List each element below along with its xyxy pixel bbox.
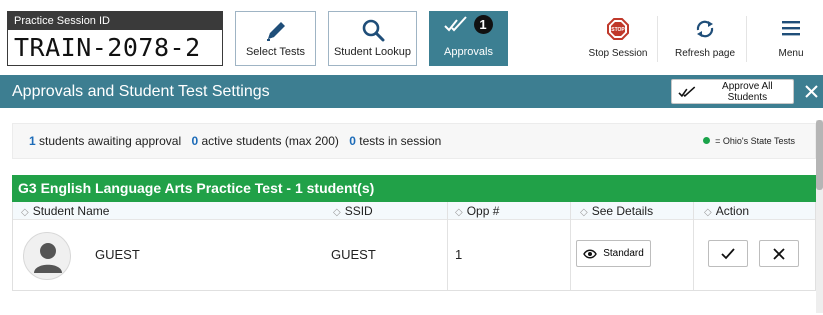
close-icon[interactable]: [801, 78, 821, 105]
menu-button[interactable]: Menu: [771, 11, 811, 66]
column-header-ssid[interactable]: ◇ SSID: [333, 202, 373, 220]
stop-session-label: Stop Session: [588, 48, 648, 59]
approvals-button[interactable]: 1 Approvals: [429, 11, 508, 66]
session-stats-bar: 1 students awaiting approval 0 active st…: [12, 123, 816, 159]
student-lookup-label: Student Lookup: [333, 46, 412, 58]
student-lookup-button[interactable]: Student Lookup: [328, 11, 417, 66]
stop-sign-icon: STOP: [586, 11, 650, 47]
state-tests-legend: = Ohio's State Tests: [703, 124, 795, 158]
scrollbar-thumb[interactable]: [816, 120, 823, 190]
refresh-page-label: Refresh page: [674, 48, 736, 59]
approve-all-label: Approve All Students: [722, 80, 773, 103]
refresh-icon: [672, 11, 738, 47]
table-header-row: ◇ Student Name ◇ SSID ◇ Opp # ◇ See Details …: [13, 202, 815, 220]
table-row: GUEST GUEST 1 Standard: [13, 220, 815, 290]
sort-icon: ◇: [580, 207, 588, 218]
menu-label: Menu: [778, 48, 804, 59]
person-icon: [34, 243, 62, 273]
session-id-value: TRAIN-2078-2: [14, 33, 201, 62]
double-check-icon: [444, 16, 468, 32]
select-tests-button[interactable]: Select Tests: [235, 11, 316, 66]
practice-session-box: Practice Session ID TRAIN-2078-2: [7, 11, 223, 66]
close-icon: [773, 247, 785, 260]
student-ssid: GUEST: [331, 247, 376, 262]
toolbar-divider: [746, 16, 747, 62]
select-tests-label: Select Tests: [245, 46, 306, 58]
sort-icon: ◇: [455, 207, 463, 218]
hamburger-icon: [771, 11, 811, 47]
svg-text:STOP: STOP: [611, 27, 625, 33]
student-name: GUEST: [95, 247, 140, 262]
column-header-student-name[interactable]: ◇ Student Name: [21, 202, 109, 220]
sort-icon: ◇: [21, 207, 29, 218]
green-dot-icon: [703, 137, 711, 144]
sort-icon: ◇: [333, 207, 341, 218]
approvals-header-bar: Approvals and Student Test Settings Appr…: [0, 75, 823, 108]
search-icon: [329, 12, 416, 44]
column-header-opp[interactable]: ◇ Opp #: [455, 202, 499, 220]
approve-all-students-button[interactable]: Approve All Students: [671, 79, 794, 104]
test-group-title: G3 English Language Arts Practice Test -…: [12, 175, 816, 202]
top-toolbar: Practice Session ID TRAIN-2078-2 Select …: [0, 0, 823, 75]
pencil-icon: [236, 12, 315, 44]
sort-icon: ◇: [704, 207, 712, 218]
stop-session-button[interactable]: STOP Stop Session: [586, 11, 650, 66]
section-title: Approvals and Student Test Settings: [12, 83, 270, 100]
see-details-button[interactable]: Standard: [576, 240, 651, 267]
column-header-see-details[interactable]: ◇ See Details: [580, 202, 653, 220]
awaiting-approval-stat: 1 students awaiting approval: [29, 134, 182, 148]
approvals-content: 1 students awaiting approval 0 active st…: [0, 108, 823, 315]
refresh-page-button[interactable]: Refresh page: [672, 11, 738, 66]
opportunity-number: 1: [455, 247, 463, 262]
toolbar-divider: [657, 16, 658, 62]
avatar: [23, 232, 71, 280]
deny-student-button[interactable]: [759, 240, 799, 267]
approvals-icon-group: 1: [430, 12, 507, 44]
tests-in-session-stat: 0 tests in session: [349, 134, 442, 148]
approve-student-button[interactable]: [708, 240, 748, 267]
check-icon: [721, 247, 735, 259]
approvals-count-badge: 1: [473, 15, 493, 34]
details-label: Standard: [603, 248, 644, 259]
approvals-label: Approvals: [444, 46, 493, 58]
test-group-card: G3 English Language Arts Practice Test -…: [12, 175, 816, 291]
double-check-icon: [678, 85, 696, 97]
eye-icon: [583, 249, 598, 258]
active-students-stat: 0 active students (max 200): [191, 134, 339, 148]
column-header-action[interactable]: ◇ Action: [704, 202, 749, 220]
session-id-label: Practice Session ID: [8, 12, 222, 30]
